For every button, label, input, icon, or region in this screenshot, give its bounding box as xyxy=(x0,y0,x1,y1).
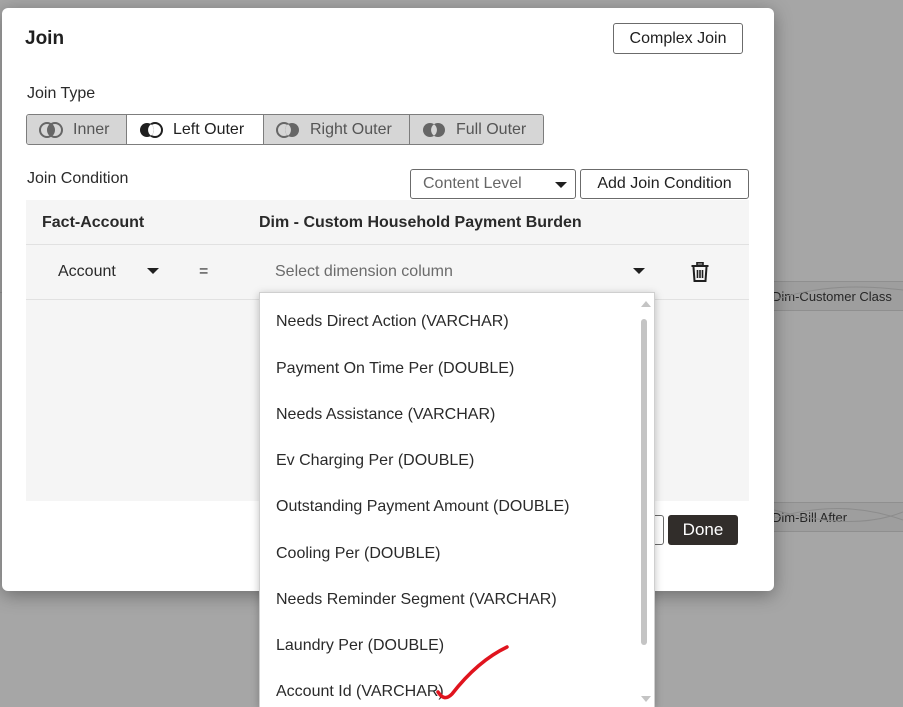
venn-diagram-icon xyxy=(39,121,63,138)
dropdown-option[interactable]: Needs Reminder Segment (VARCHAR) xyxy=(276,591,557,609)
venn-diagram-icon xyxy=(276,121,299,138)
left-column-select[interactable]: Account xyxy=(42,245,172,299)
join-type-inner[interactable]: Inner xyxy=(27,115,127,144)
dialog-title: Join xyxy=(25,28,65,49)
join-operator: = xyxy=(199,263,209,280)
join-type-label-text: Left Outer xyxy=(173,120,245,138)
dropdown-option[interactable]: Account Id (VARCHAR) xyxy=(276,683,444,701)
complex-join-button[interactable]: Complex Join xyxy=(613,23,743,54)
canvas-node-label: Dim-Bill After xyxy=(772,510,848,525)
dropdown-option[interactable]: Outstanding Payment Amount (DOUBLE) xyxy=(276,498,569,516)
dropdown-option[interactable]: Cooling Per (DOUBLE) xyxy=(276,545,441,563)
caret-down-icon xyxy=(555,182,567,188)
done-button[interactable]: Done xyxy=(668,515,738,545)
content-level-value: Content Level xyxy=(423,175,522,192)
join-type-right-outer[interactable]: Right Outer xyxy=(264,115,410,144)
left-table-header: Fact-Account xyxy=(42,214,145,231)
scroll-down-arrow-icon[interactable] xyxy=(641,696,651,702)
add-join-condition-button[interactable]: Add Join Condition xyxy=(580,169,749,199)
caret-down-icon xyxy=(633,268,645,274)
canvas-node-bill-after[interactable]: Dim-Bill After xyxy=(766,502,903,532)
dropdown-option[interactable]: Payment On Time Per (DOUBLE) xyxy=(276,360,514,378)
join-type-selector: Inner Left Outer Right Outer Full Outer xyxy=(26,114,544,145)
join-type-label-text: Inner xyxy=(73,120,110,138)
left-column-value: Account xyxy=(58,263,116,280)
right-column-select[interactable]: Select dimension column xyxy=(259,245,654,299)
join-type-label-text: Right Outer xyxy=(310,120,392,138)
join-type-label: Join Type xyxy=(27,85,96,102)
venn-diagram-icon xyxy=(140,121,163,138)
right-table-header: Dim - Custom Household Payment Burden xyxy=(259,214,582,231)
join-type-full-outer[interactable]: Full Outer xyxy=(410,115,543,144)
dimension-column-dropdown: Needs Direct Action (VARCHAR) Payment On… xyxy=(259,292,655,707)
dropdown-option[interactable]: Needs Assistance (VARCHAR) xyxy=(276,406,495,424)
trash-icon[interactable] xyxy=(691,262,709,282)
dropdown-option[interactable]: Ev Charging Per (DOUBLE) xyxy=(276,452,474,470)
caret-down-icon xyxy=(147,268,159,274)
content-level-select[interactable]: Content Level xyxy=(410,169,576,199)
dropdown-option[interactable]: Laundry Per (DOUBLE) xyxy=(276,637,444,655)
dropdown-option[interactable]: Needs Direct Action (VARCHAR) xyxy=(276,313,509,331)
venn-diagram-icon xyxy=(423,122,445,137)
join-condition-label: Join Condition xyxy=(27,170,129,187)
dropdown-scrollbar-thumb[interactable] xyxy=(641,319,647,645)
join-type-label-text: Full Outer xyxy=(456,120,527,138)
scroll-up-arrow-icon[interactable] xyxy=(641,301,651,307)
canvas-node-customer-class[interactable]: Dim-Customer Class xyxy=(766,281,903,311)
canvas-node-label: Dim-Customer Class xyxy=(772,289,892,304)
right-column-placeholder: Select dimension column xyxy=(275,263,453,280)
join-type-left-outer[interactable]: Left Outer xyxy=(127,115,264,144)
